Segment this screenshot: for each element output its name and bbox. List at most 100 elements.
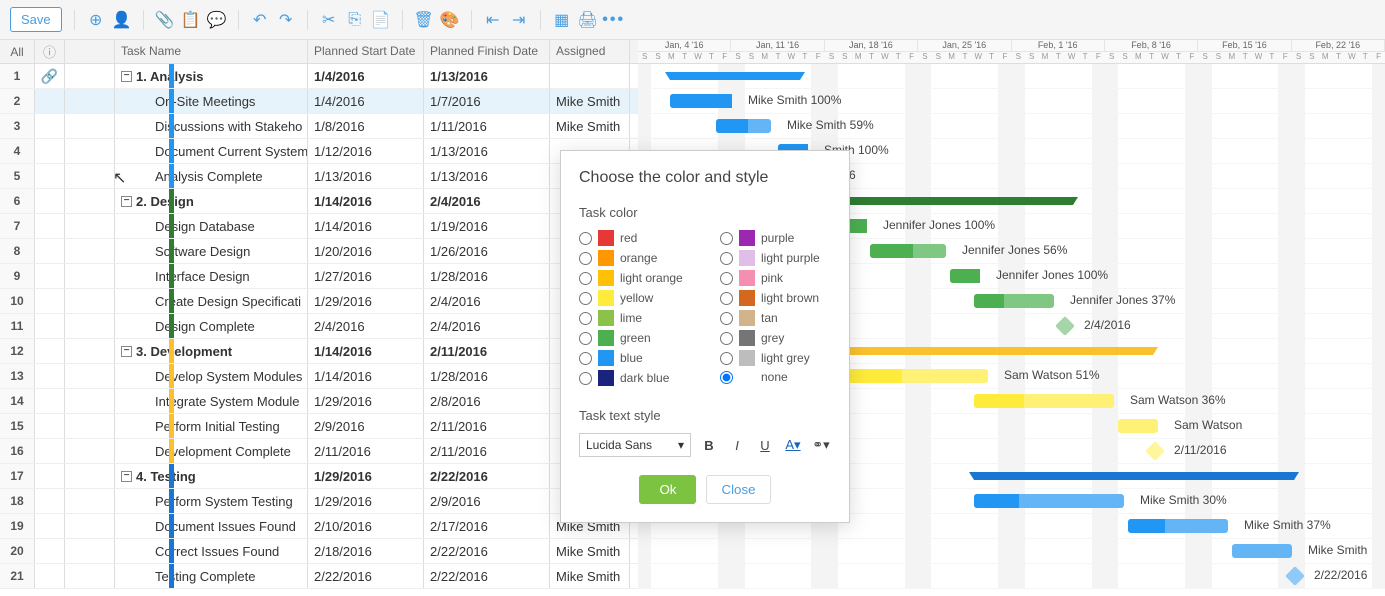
task-bar[interactable]: Jennifer Jones 56%	[870, 244, 946, 258]
color-radio[interactable]	[579, 312, 592, 325]
start-date-cell[interactable]: 1/29/2016	[308, 389, 424, 413]
font-color-button[interactable]: A▾	[783, 435, 803, 455]
task-row[interactable]: 6−2. Design1/14/20162/4/2016	[0, 189, 638, 214]
link-button[interactable]: ⚭▾	[811, 435, 831, 455]
task-name-cell[interactable]: Testing Complete	[115, 564, 308, 588]
collapse-toggle[interactable]: −	[121, 471, 132, 482]
color-option-none[interactable]: none	[720, 370, 831, 384]
finish-date-cell[interactable]: 2/11/2016	[424, 414, 550, 438]
color-option-yellow[interactable]: yellow	[579, 290, 690, 306]
color-radio[interactable]	[579, 232, 592, 245]
start-date-cell[interactable]: 1/27/2016	[308, 264, 424, 288]
column-finish-date[interactable]: Planned Finish Date	[424, 40, 550, 63]
task-name-cell[interactable]: Interface Design	[115, 264, 308, 288]
task-row[interactable]: 17−4. Testing1/29/20162/22/2016	[0, 464, 638, 489]
column-task-name[interactable]: Task Name	[115, 40, 308, 63]
finish-date-cell[interactable]: 1/7/2016	[424, 89, 550, 113]
finish-date-cell[interactable]: 2/22/2016	[424, 564, 550, 588]
color-option-purple[interactable]: purple	[720, 230, 831, 246]
undo-icon[interactable]: ↶	[251, 11, 269, 29]
start-date-cell[interactable]: 1/20/2016	[308, 239, 424, 263]
column-info[interactable]: ⓘ	[35, 40, 65, 63]
task-bar[interactable]: Sam Watson	[1118, 419, 1158, 433]
task-name-cell[interactable]: Development Complete	[115, 439, 308, 463]
task-name-cell[interactable]: −1. Analysis	[115, 64, 308, 88]
task-row[interactable]: 7Design Database1/14/20161/19/2016	[0, 214, 638, 239]
cut-icon[interactable]: ✂	[320, 11, 338, 29]
color-radio[interactable]	[720, 292, 733, 305]
start-date-cell[interactable]: 2/10/2016	[308, 514, 424, 538]
finish-date-cell[interactable]: 1/13/2016	[424, 139, 550, 163]
task-row[interactable]: 15Perform Initial Testing2/9/20162/11/20…	[0, 414, 638, 439]
task-row[interactable]: 8Software Design1/20/20161/26/2016	[0, 239, 638, 264]
task-row[interactable]: 21Testing Complete2/22/20162/22/2016Mike…	[0, 564, 638, 589]
milestone-marker[interactable]	[1145, 441, 1165, 461]
finish-date-cell[interactable]: 1/13/2016	[424, 164, 550, 188]
start-date-cell[interactable]: 1/12/2016	[308, 139, 424, 163]
start-date-cell[interactable]: 1/4/2016	[308, 64, 424, 88]
color-option-orange[interactable]: orange	[579, 250, 690, 266]
finish-date-cell[interactable]: 2/9/2016	[424, 489, 550, 513]
task-bar[interactable]: Mike Smith 100%	[670, 94, 732, 108]
color-radio[interactable]	[579, 352, 592, 365]
color-option-light-orange[interactable]: light orange	[579, 270, 690, 286]
more-icon[interactable]: •••	[605, 11, 623, 29]
close-button[interactable]: Close	[706, 475, 770, 504]
task-name-cell[interactable]: Design Database	[115, 214, 308, 238]
assigned-cell[interactable]: Mike Smith	[550, 564, 630, 588]
color-radio[interactable]	[579, 372, 592, 385]
start-date-cell[interactable]: 1/14/2016	[308, 189, 424, 213]
color-radio[interactable]	[720, 272, 733, 285]
color-option-tan[interactable]: tan	[720, 310, 831, 326]
color-radio[interactable]	[720, 232, 733, 245]
color-radio[interactable]	[579, 332, 592, 345]
task-row[interactable]: 14Integrate System Module1/29/20162/8/20…	[0, 389, 638, 414]
task-row[interactable]: 1🔗−1. Analysis1/4/20161/13/2016	[0, 64, 638, 89]
color-option-light-grey[interactable]: light grey	[720, 350, 831, 366]
finish-date-cell[interactable]: 2/8/2016	[424, 389, 550, 413]
finish-date-cell[interactable]: 1/28/2016	[424, 264, 550, 288]
task-bar[interactable]: Mike Smith	[1232, 544, 1292, 558]
start-date-cell[interactable]: 1/29/2016	[308, 289, 424, 313]
start-date-cell[interactable]: 2/22/2016	[308, 564, 424, 588]
outdent-icon[interactable]: ⇤	[484, 11, 502, 29]
color-radio[interactable]	[579, 292, 592, 305]
task-name-cell[interactable]: Discussions with Stakeho	[115, 114, 308, 138]
underline-button[interactable]: U	[755, 435, 775, 455]
bold-button[interactable]: B	[699, 435, 719, 455]
task-bar[interactable]: Mike Smith 59%	[716, 119, 771, 133]
comment-icon[interactable]: 💬	[208, 11, 226, 29]
redo-icon[interactable]: ↷	[277, 11, 295, 29]
summary-bar[interactable]	[813, 347, 1153, 355]
finish-date-cell[interactable]: 2/22/2016	[424, 539, 550, 563]
collapse-toggle[interactable]: −	[121, 71, 132, 82]
ok-button[interactable]: Ok	[639, 475, 696, 504]
save-button[interactable]: Save	[10, 7, 62, 32]
paste-icon[interactable]: 📄	[372, 11, 390, 29]
start-date-cell[interactable]: 1/29/2016	[308, 464, 424, 488]
finish-date-cell[interactable]: 1/26/2016	[424, 239, 550, 263]
color-option-grey[interactable]: grey	[720, 330, 831, 346]
start-date-cell[interactable]: 1/14/2016	[308, 364, 424, 388]
start-date-cell[interactable]: 2/4/2016	[308, 314, 424, 338]
finish-date-cell[interactable]: 1/11/2016	[424, 114, 550, 138]
color-option-lime[interactable]: lime	[579, 310, 690, 326]
task-row[interactable]: 3Discussions with Stakeho1/8/20161/11/20…	[0, 114, 638, 139]
color-radio[interactable]	[579, 252, 592, 265]
column-all[interactable]: All	[0, 40, 35, 63]
summary-bar[interactable]	[974, 472, 1294, 480]
task-name-cell[interactable]: Document Issues Found	[115, 514, 308, 538]
start-date-cell[interactable]: 1/8/2016	[308, 114, 424, 138]
task-name-cell[interactable]: Create Design Specificati	[115, 289, 308, 313]
assigned-cell[interactable]: Mike Smith	[550, 114, 630, 138]
add-icon[interactable]: ⊕	[87, 11, 105, 29]
finish-date-cell[interactable]: 2/4/2016	[424, 189, 550, 213]
finish-date-cell[interactable]: 1/19/2016	[424, 214, 550, 238]
start-date-cell[interactable]: 1/29/2016	[308, 489, 424, 513]
color-radio[interactable]	[720, 312, 733, 325]
task-row[interactable]: 9Interface Design1/27/20161/28/2016	[0, 264, 638, 289]
task-name-cell[interactable]: Design Complete	[115, 314, 308, 338]
columns-icon[interactable]: ▦	[553, 11, 571, 29]
copy-icon[interactable]: ⎘	[346, 11, 364, 29]
task-name-cell[interactable]: −2. Design	[115, 189, 308, 213]
